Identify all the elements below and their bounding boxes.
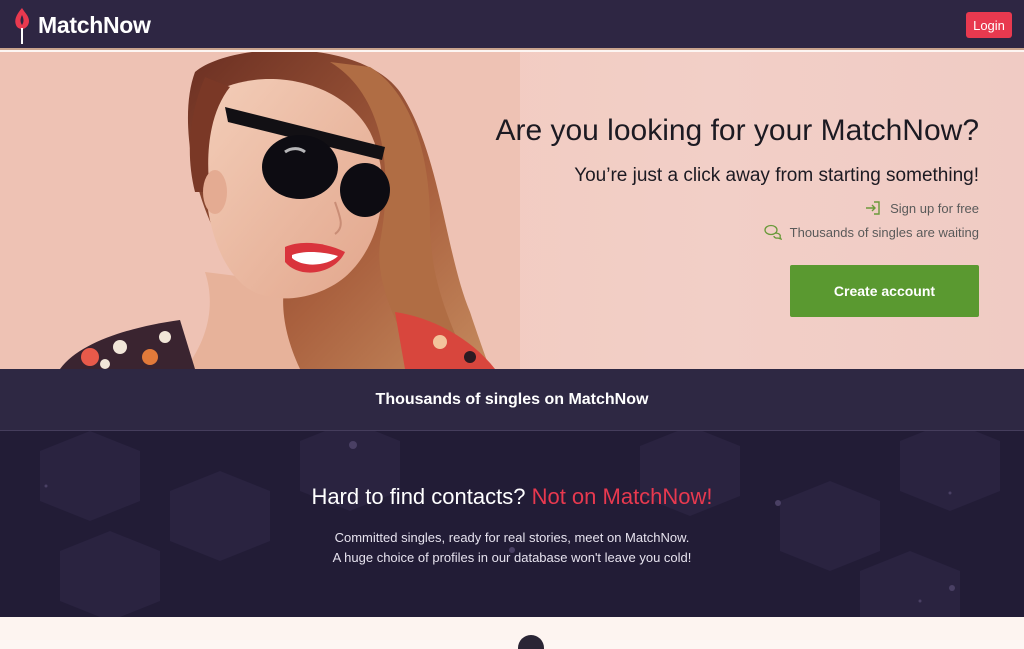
contacts-section: Hard to find contacts? Not on MatchNow! … <box>0 431 1024 617</box>
contacts-title-accent: Not on MatchNow! <box>531 484 713 509</box>
feature-signup-label: Sign up for free <box>890 200 979 216</box>
chat-bubbles-icon <box>764 224 782 240</box>
contacts-line-1: Committed singles, ready for real storie… <box>334 530 690 545</box>
contacts-title-main: Hard to find contacts? <box>311 484 526 509</box>
login-button[interactable]: Login <box>966 12 1012 38</box>
hero-woman-photo <box>0 52 520 369</box>
hero-subtitle: You’re just a click away from starting s… <box>574 165 979 186</box>
feature-singles-label: Thousands of singles are waiting <box>789 224 979 240</box>
flame-logo-icon <box>15 8 29 44</box>
singles-band: Thousands of singles on MatchNow <box>0 369 1024 431</box>
top-nav: MatchNow Login <box>0 0 1024 50</box>
hero-section: Are you looking for your MatchNow? You’r… <box>0 52 1024 369</box>
section-avatar-peek <box>518 635 544 649</box>
hexagon-pattern-background <box>40 431 1000 617</box>
band-text: Thousands of singles on MatchNow <box>375 390 649 408</box>
brand-logo[interactable]: MatchNow <box>12 6 151 44</box>
next-section <box>0 617 1024 649</box>
brand-name: MatchNow <box>38 11 151 38</box>
sign-in-icon <box>866 201 880 215</box>
create-account-button[interactable]: Create account <box>790 265 979 317</box>
contacts-line-2: A huge choice of profiles in our databas… <box>332 550 692 565</box>
feature-signup: Sign up for free <box>864 200 979 216</box>
hero-title: Are you looking for your MatchNow? <box>495 114 979 147</box>
contacts-title: Hard to find contacts? Not on MatchNow! <box>0 484 1024 510</box>
feature-singles: Thousands of singles are waiting <box>764 224 979 240</box>
